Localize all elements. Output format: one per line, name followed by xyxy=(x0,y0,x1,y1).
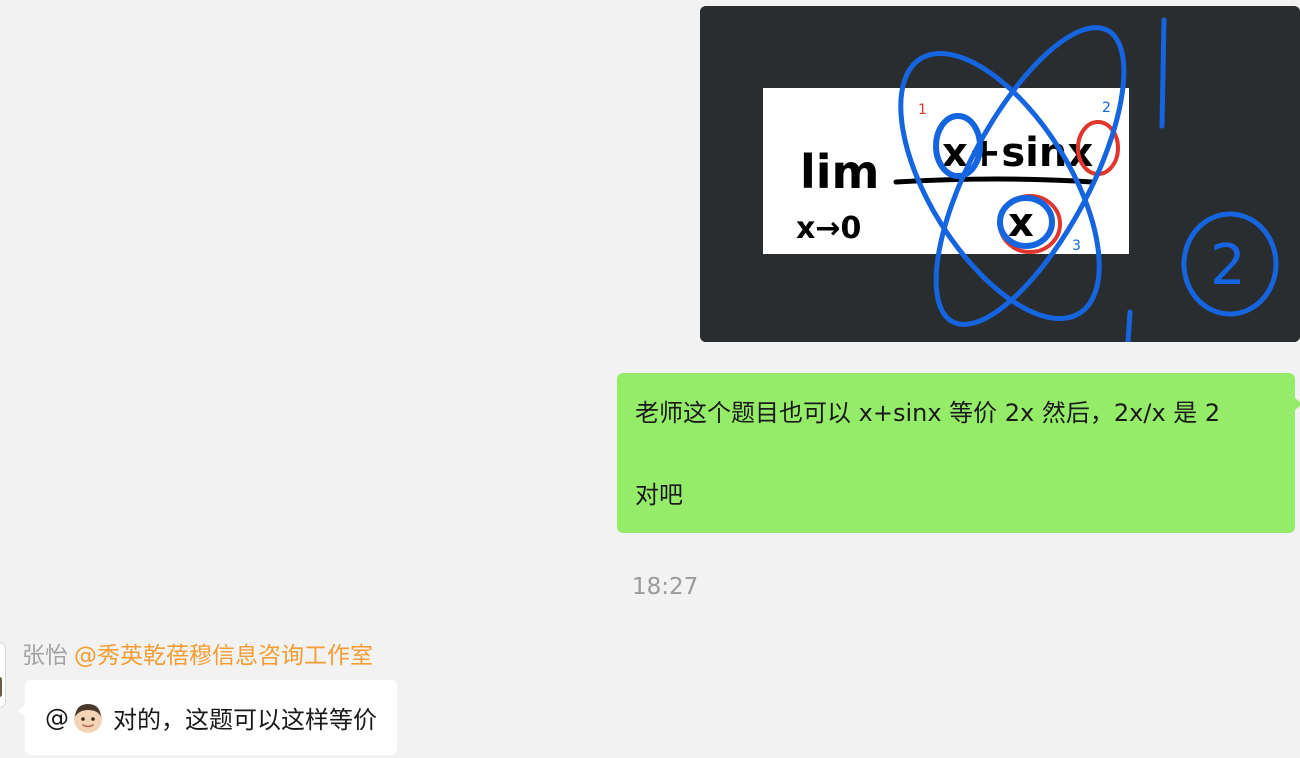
mention-link[interactable]: @秀英乾蓓穆信息咨询工作室 xyxy=(74,643,373,669)
outgoing-message-line-2: 对吧 xyxy=(635,481,683,509)
circled-number: 2 xyxy=(1210,233,1246,298)
annotated-formula-image: lim x→0 x+sinx x 1 2 3 2 xyxy=(700,6,1300,342)
outgoing-message-bubble[interactable]: 老师这个题目也可以 x+sinx 等价 2x 然后，2x/x 是 2 对吧 xyxy=(617,373,1300,533)
avatar[interactable] xyxy=(0,642,6,708)
sender-row: 张怡 @秀英乾蓓穆信息咨询工作室 xyxy=(22,640,373,672)
marker-3: 3 xyxy=(1072,238,1081,254)
marker-2: 2 xyxy=(1102,100,1111,116)
incoming-message-bubble[interactable]: @ 对的，这题可以这样等价 xyxy=(18,680,397,755)
marker-1: 1 xyxy=(918,102,927,118)
formula-lim: lim xyxy=(800,145,879,199)
image-message[interactable]: lim x→0 x+sinx x 1 2 3 2 xyxy=(700,6,1300,342)
message-timestamp: 18:27 xyxy=(632,574,699,600)
blue-stroke-top xyxy=(1159,17,1167,129)
formula-lim-subscript: x→0 xyxy=(796,211,861,246)
at-symbol: @ xyxy=(45,703,69,732)
incoming-message-text: 对的，这题可以这样等价 xyxy=(113,706,377,734)
person-emoji-icon xyxy=(74,703,102,733)
outgoing-message-line-1: 老师这个题目也可以 x+sinx 等价 2x 然后，2x/x 是 2 xyxy=(635,399,1221,427)
sender-name: 张怡 xyxy=(22,643,68,669)
blue-stroke-bottom xyxy=(1125,309,1133,342)
